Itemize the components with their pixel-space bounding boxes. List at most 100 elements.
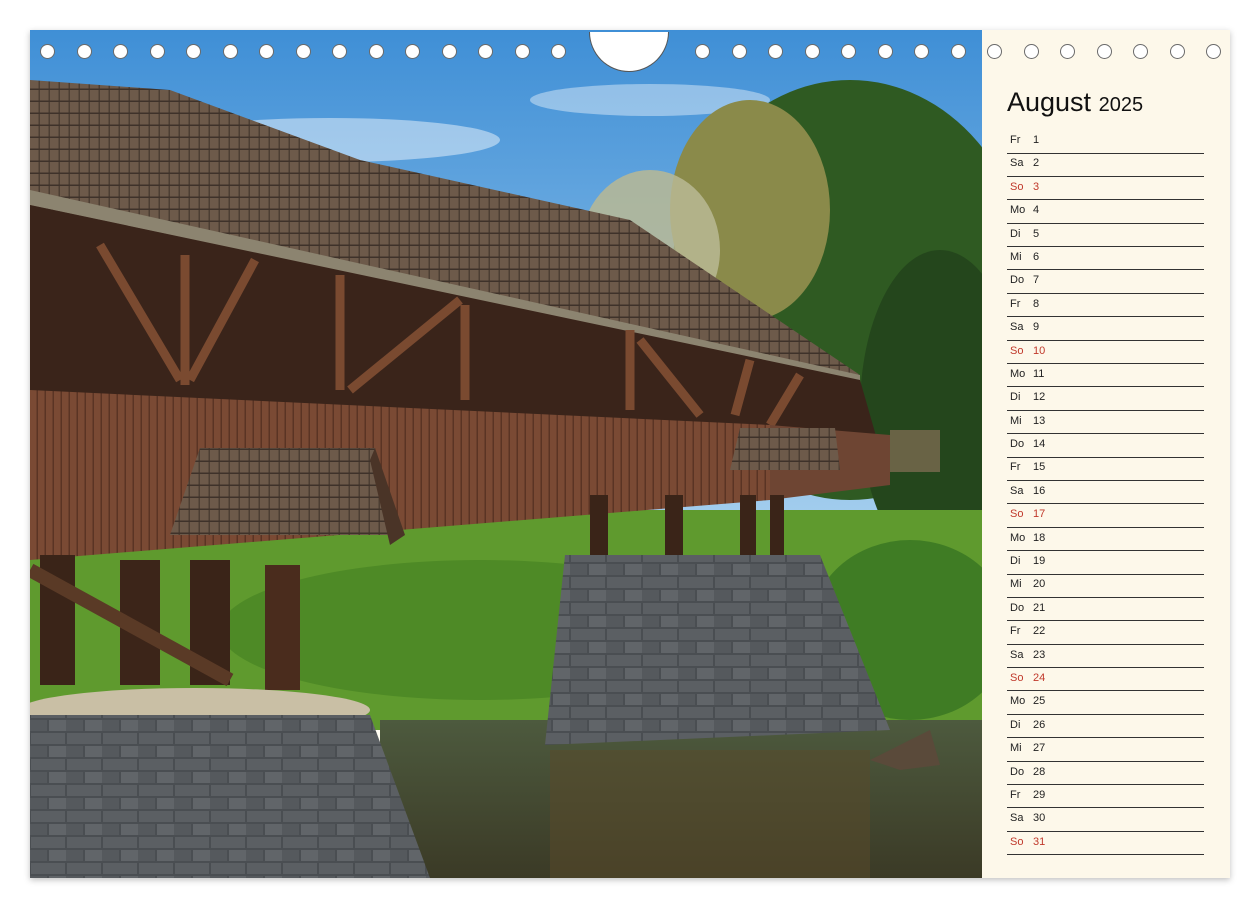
calendar-panel: August 2025 Fr 1 Sa 2 So 3 Mo 4 Di 5 Mi 6 Do 7 Fr 8 Sa 9 S… [982,30,1230,878]
day-row: Di 26 [1007,716,1204,739]
day-row: Sa 9 [1007,318,1204,341]
weekday-label: Mi [1010,414,1022,427]
day-row: Mo 4 [1007,201,1204,224]
day-number: 30 [1033,812,1046,825]
day-row: Mo 11 [1007,365,1204,388]
day-list: Fr 1 Sa 2 So 3 Mo 4 Di 5 Mi 6 Do 7 Fr 8 Sa 9 So 10 Mo 11 Di 12 M… [1007,131,1204,856]
day-number: 20 [1033,578,1046,591]
day-number: 29 [1033,788,1046,801]
day-row: Mo 25 [1007,692,1204,715]
weekday-label: Di [1010,718,1021,731]
calendar-page: August 2025 Fr 1 Sa 2 So 3 Mo 4 Di 5 Mi 6 Do 7 Fr 8 Sa 9 S… [30,30,1230,878]
day-row: So 17 [1007,505,1204,528]
weekday-label: Sa [1010,648,1024,661]
day-number: 17 [1033,508,1046,521]
weekday-label: Fr [1010,297,1021,310]
day-row: Di 12 [1007,388,1204,411]
day-row: Do 21 [1007,599,1204,622]
day-row: Mi 6 [1007,248,1204,271]
day-number: 2 [1033,157,1040,170]
day-number: 19 [1033,555,1046,568]
day-number: 9 [1033,321,1040,334]
day-number: 7 [1033,274,1040,287]
day-number: 25 [1033,695,1046,708]
day-row: Do 7 [1007,271,1204,294]
month-title: August 2025 [1007,87,1143,118]
weekday-label: So [1010,508,1024,521]
weekday-label: Mo [1010,531,1026,544]
day-number: 31 [1033,835,1046,848]
day-row: Mi 27 [1007,739,1204,762]
weekday-label: Fr [1010,461,1021,474]
weekday-label: Sa [1010,157,1024,170]
day-row: So 3 [1007,178,1204,201]
weekday-label: Do [1010,274,1025,287]
day-row: Do 28 [1007,763,1204,786]
weekday-label: Di [1010,227,1021,240]
day-number: 3 [1033,180,1040,193]
day-row: Sa 2 [1007,154,1204,177]
day-row: Di 5 [1007,225,1204,248]
weekday-label: So [1010,344,1024,357]
weekday-label: Do [1010,438,1025,451]
weekday-label: Do [1010,765,1025,778]
day-number: 27 [1033,742,1046,755]
day-number: 26 [1033,718,1046,731]
weekday-label: Do [1010,601,1025,614]
weekday-label: Mo [1010,367,1026,380]
day-number: 1 [1033,134,1040,146]
weekday-label: Sa [1010,812,1024,825]
weekday-label: So [1010,180,1024,193]
day-row: Mo 18 [1007,529,1204,552]
day-row: Fr 22 [1007,622,1204,645]
day-row: So 31 [1007,833,1204,856]
covered-bridge-photo [30,30,982,878]
day-row: Fr 1 [1007,131,1204,154]
day-number: 15 [1033,461,1046,474]
weekday-label: Mi [1010,578,1022,591]
day-row: So 10 [1007,342,1204,365]
day-number: 18 [1033,531,1046,544]
day-number: 22 [1033,625,1046,638]
weekday-label: Mo [1010,204,1026,217]
weekday-label: So [1010,835,1024,848]
day-number: 28 [1033,765,1046,778]
weekday-label: Sa [1010,321,1024,334]
year-label: 2025 [1098,94,1144,116]
day-number: 8 [1033,297,1040,310]
day-number: 23 [1033,648,1046,661]
day-row: Sa 30 [1007,809,1204,832]
day-row: Do 14 [1007,435,1204,458]
weekday-label: Fr [1010,788,1021,801]
weekday-label: Mi [1010,742,1022,755]
day-row: So 24 [1007,669,1204,692]
weekday-label: Fr [1010,625,1021,638]
day-row: Fr 29 [1007,786,1204,809]
weekday-label: Sa [1010,484,1024,497]
day-row: Di 19 [1007,552,1204,575]
day-row: Fr 8 [1007,295,1204,318]
day-number: 14 [1033,438,1046,451]
day-number: 6 [1033,250,1040,263]
day-row: Mi 13 [1007,412,1204,435]
day-row: Mi 20 [1007,575,1204,598]
weekday-label: Di [1010,555,1021,568]
day-number: 13 [1033,414,1046,427]
day-number: 24 [1033,671,1046,684]
day-row: Sa 23 [1007,646,1204,669]
day-row: Sa 16 [1007,482,1204,505]
day-row: Fr 15 [1007,458,1204,481]
weekday-label: Mo [1010,695,1026,708]
day-number: 11 [1033,367,1045,380]
day-number: 4 [1033,204,1040,217]
day-number: 21 [1033,601,1046,614]
day-number: 5 [1033,227,1040,240]
weekday-label: Fr [1010,134,1021,146]
month-name: August [1007,87,1092,117]
day-number: 16 [1033,484,1046,497]
weekday-label: Mi [1010,250,1022,263]
day-number: 10 [1033,344,1046,357]
weekday-label: Di [1010,391,1021,404]
weekday-label: So [1010,671,1024,684]
day-number: 12 [1033,391,1046,404]
